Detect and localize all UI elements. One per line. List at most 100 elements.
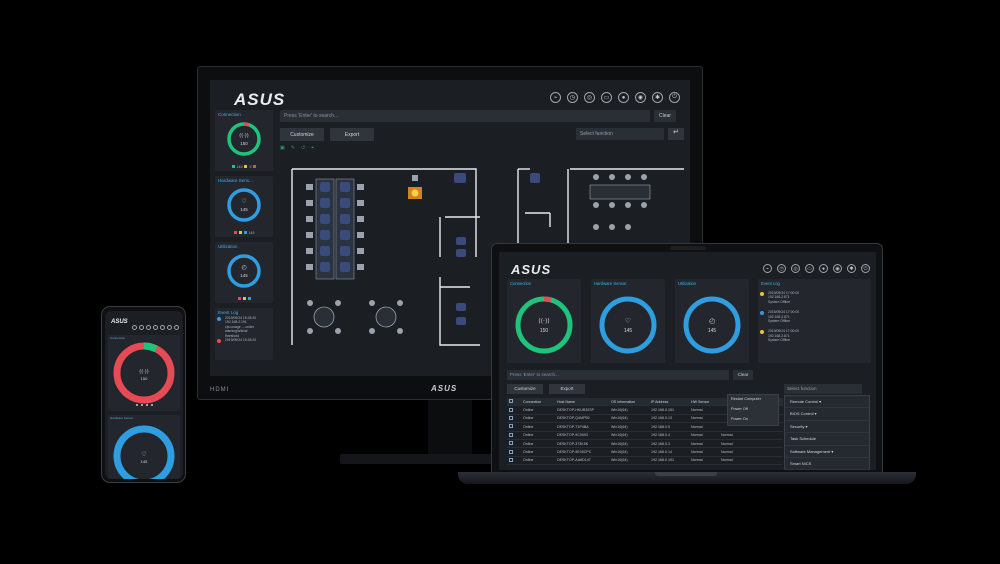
row-checkbox[interactable] bbox=[509, 424, 513, 429]
menu-item-security[interactable]: Security ▾ bbox=[785, 421, 869, 434]
clock-icon[interactable]: ◷ bbox=[567, 92, 578, 103]
customize-button[interactable]: Customize bbox=[280, 128, 324, 141]
connection-card[interactable]: Connection ((·)) 150 bbox=[507, 279, 581, 363]
row-checkbox[interactable] bbox=[509, 457, 513, 462]
connection-gauge: ((·)) 150 bbox=[227, 122, 261, 156]
eye-icon[interactable]: ◉ bbox=[833, 264, 842, 273]
settings-icon[interactable]: ✱ bbox=[652, 92, 663, 103]
menu-item-restart[interactable]: Restart Computer bbox=[728, 395, 778, 405]
export-button[interactable]: Export bbox=[330, 128, 374, 141]
utilization-card[interactable]: Utilization ◴ 145 bbox=[675, 279, 749, 363]
clock-icon[interactable]: ◷ bbox=[777, 264, 786, 273]
search-input[interactable]: Press 'Enter' to search... bbox=[507, 370, 729, 380]
svg-text:((·)): ((·)) bbox=[139, 369, 148, 375]
table-row[interactable]: Online DESKTOP-373K5K Win10(64) 192.168.… bbox=[507, 440, 783, 449]
settings-icon[interactable]: ✱ bbox=[847, 264, 856, 273]
brand-logo: ASUS bbox=[111, 319, 128, 325]
svg-text:◴: ◴ bbox=[241, 264, 246, 271]
hardware-sensor-card[interactable]: Hardware Sensor ♡ 145 bbox=[591, 279, 665, 363]
menu-item-task-schedule[interactable]: Task Schedule bbox=[785, 433, 869, 446]
menu-item-bios-control[interactable]: BIOS Control ▾ bbox=[785, 408, 869, 421]
svg-text:((·)): ((·)) bbox=[538, 318, 549, 325]
customize-button[interactable]: Customize bbox=[507, 384, 543, 394]
menu-item-software-management[interactable]: Software Management ▾ bbox=[785, 446, 869, 458]
globe-icon[interactable] bbox=[146, 325, 151, 330]
menu-item-power-on[interactable]: Power On bbox=[728, 415, 778, 425]
row-checkbox[interactable] bbox=[509, 432, 513, 437]
globe-icon[interactable]: ◎ bbox=[584, 92, 595, 103]
svg-text:145: 145 bbox=[141, 459, 148, 464]
event-entry: 2019/09/24 17:00:00 192.168.2.871 System O… bbox=[758, 329, 871, 342]
connection-card[interactable]: Connection ((·)) 150 145 5 bbox=[215, 110, 273, 171]
user-icon[interactable] bbox=[160, 325, 165, 330]
bezel-brand: ASUS bbox=[431, 384, 458, 393]
brand-logo: ASUS bbox=[234, 90, 286, 109]
settings-icon[interactable] bbox=[174, 325, 179, 330]
phone-hardware-card[interactable]: Hardware Sensor ♡ 145 bbox=[108, 415, 180, 479]
svg-text:145: 145 bbox=[708, 328, 717, 334]
svg-text:♡: ♡ bbox=[241, 198, 246, 205]
globe-icon[interactable]: ◎ bbox=[791, 264, 800, 273]
clear-button[interactable]: Clear bbox=[654, 110, 676, 122]
tool-icon[interactable]: ▣ bbox=[280, 145, 285, 153]
svg-text:((·)): ((·)) bbox=[239, 133, 248, 139]
enter-icon[interactable]: ↵ bbox=[668, 128, 684, 140]
laptop-notch bbox=[655, 472, 717, 476]
clear-button[interactable]: Clear bbox=[733, 370, 753, 380]
floorplan-tools: ▣ ✎ ↺ ⌖ bbox=[280, 145, 684, 153]
utilization-gauge: ◴ 145 bbox=[683, 296, 741, 354]
function-select[interactable]: Select function bbox=[784, 384, 862, 394]
row-checkbox[interactable] bbox=[509, 407, 513, 412]
tool-icon[interactable]: ↺ bbox=[301, 145, 305, 153]
row-checkbox[interactable] bbox=[509, 449, 513, 454]
monitor-icon[interactable]: ▭ bbox=[805, 264, 814, 273]
utilization-value: 145 bbox=[240, 273, 248, 278]
smartphone: ASUS Connection ((·)) 150 Hardware Senso… bbox=[101, 306, 186, 483]
power-icon[interactable]: ⏻ bbox=[861, 264, 870, 273]
tool-icon[interactable]: ⌖ bbox=[311, 145, 314, 153]
function-select[interactable]: Select function bbox=[576, 128, 664, 140]
hdmi-label: HDMI bbox=[210, 387, 230, 393]
tool-icon[interactable]: ✎ bbox=[291, 145, 295, 153]
brand-logo: ASUS bbox=[511, 262, 552, 277]
export-button[interactable]: Export bbox=[549, 384, 585, 394]
event-log-card[interactable]: Event Log 2019/09/24 17:00:00 192.168.2.8… bbox=[758, 279, 871, 363]
power-icon[interactable]: ⏻ bbox=[669, 92, 680, 103]
remote-icon[interactable] bbox=[132, 325, 137, 330]
hardware-sensor-card[interactable]: Hardware Sens... ♡ 145 145 bbox=[215, 176, 273, 237]
menu-item-power-off[interactable]: Power Off bbox=[728, 405, 778, 415]
row-context-menu: Restart Computer Power Off Power On bbox=[727, 394, 779, 426]
user-icon[interactable]: ● bbox=[819, 264, 828, 273]
remote-icon[interactable]: ⌁ bbox=[763, 264, 772, 273]
row-checkbox[interactable] bbox=[509, 415, 513, 420]
phone-screen: ASUS Connection ((·)) 150 Hardware Senso… bbox=[105, 311, 183, 479]
phone-hardware-gauge: ♡ 145 bbox=[113, 425, 175, 479]
laptop-toolbar-icons: ⌁ ◷ ◎ ▭ ● ◉ ✱ ⏻ bbox=[763, 264, 870, 273]
table-row[interactable]: Online DESKTOP-9C0093 Win10(64) 192.168.… bbox=[507, 432, 783, 440]
menu-item-remote-control[interactable]: Remote Control ▾ bbox=[785, 396, 869, 409]
utilization-card[interactable]: Utilization ◴ 145 bbox=[215, 242, 273, 303]
phone-connection-card[interactable]: Connection ((·)) 150 bbox=[108, 335, 180, 411]
select-all-checkbox[interactable] bbox=[509, 399, 513, 404]
eye-icon[interactable]: ◉ bbox=[635, 92, 646, 103]
svg-text:◴: ◴ bbox=[709, 317, 715, 325]
hardware-gauge: ♡ 145 bbox=[227, 188, 261, 222]
legend-row bbox=[215, 296, 273, 303]
svg-text:♡: ♡ bbox=[625, 317, 631, 325]
eye-icon[interactable] bbox=[167, 325, 172, 330]
function-menu: Remote Control ▾ BIOS Control ▾ Security… bbox=[784, 395, 870, 470]
search-input[interactable]: Press 'Enter' to search... bbox=[280, 110, 650, 122]
event-log-card[interactable]: Event Log 2019/09/24 15:33:20 192.168.2.… bbox=[215, 308, 273, 360]
user-icon[interactable]: ● bbox=[618, 92, 629, 103]
remote-icon[interactable]: ⌁ bbox=[550, 92, 561, 103]
row-checkbox[interactable] bbox=[509, 441, 513, 446]
menu-item-smart-nics[interactable]: Smart NICS bbox=[785, 458, 869, 470]
monitor-icon[interactable] bbox=[153, 325, 158, 330]
table-row[interactable]: Online DESKTOP-AA6D147 Win10(64) 192.168… bbox=[507, 457, 783, 466]
clock-icon[interactable] bbox=[139, 325, 144, 330]
monitor-icon[interactable]: ▭ bbox=[601, 92, 612, 103]
table-row[interactable]: Online DESKTOP-9E05CPC Win10(64) 192.168… bbox=[507, 448, 783, 457]
laptop-screen: ASUS ⌁ ◷ ◎ ▭ ● ◉ ✱ ⏻ Connection ((·)) 15… bbox=[499, 252, 876, 470]
connection-value: 150 bbox=[240, 141, 248, 146]
card-title: Hardware Sens... bbox=[218, 178, 253, 183]
